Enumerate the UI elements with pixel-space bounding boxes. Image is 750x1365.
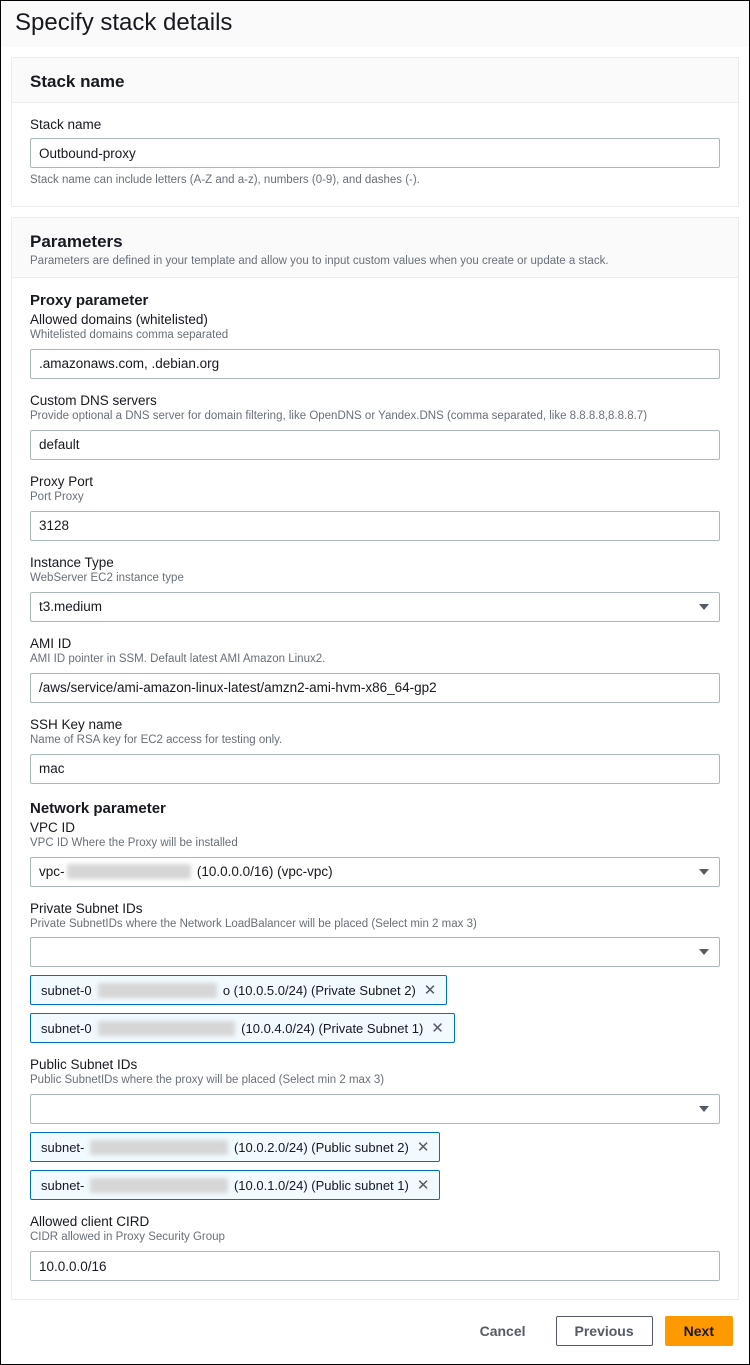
allowed-cidr-field: Allowed client CIRD CIDR allowed in Prox…	[30, 1214, 720, 1281]
parameters-header: Parameters Parameters are defined in you…	[12, 218, 738, 278]
allowed-domains-help: Whitelisted domains comma separated	[30, 328, 720, 343]
page-container: Specify stack details Stack name Stack n…	[0, 0, 750, 1365]
next-button[interactable]: Next	[665, 1316, 733, 1346]
ssh-key-help: Name of RSA key for EC2 access for testi…	[30, 733, 720, 748]
wizard-footer: Cancel Previous Next	[1, 1300, 749, 1364]
private-subnets-label: Private Subnet IDs	[30, 901, 720, 916]
proxy-port-label: Proxy Port	[30, 474, 720, 489]
close-icon[interactable]: ✕	[415, 1138, 432, 1156]
stack-name-field: Stack name Stack name can include letter…	[30, 117, 720, 188]
public-subnets-chips: subnet-XXXXXXXXXXXXXXX (10.0.2.0/24) (Pu…	[30, 1132, 720, 1200]
proxy-section-title: Proxy parameter	[30, 292, 720, 309]
allowed-cidr-input[interactable]	[30, 1251, 720, 1281]
vpc-id-label: VPC ID	[30, 820, 720, 835]
vpc-id-help: VPC ID Where the Proxy will be installed	[30, 836, 720, 851]
stack-name-heading: Stack name	[30, 72, 720, 92]
network-section-title: Network parameter	[30, 800, 720, 817]
custom-dns-input[interactable]	[30, 430, 720, 460]
chevron-down-icon	[699, 869, 709, 875]
ssh-key-input[interactable]	[30, 754, 720, 784]
public-subnet-chip: subnet-XXXXXXXXXXXXXXX (10.0.2.0/24) (Pu…	[30, 1132, 440, 1162]
previous-button[interactable]: Previous	[556, 1316, 653, 1346]
allowed-domains-input[interactable]	[30, 349, 720, 379]
stack-name-input[interactable]	[30, 138, 720, 168]
custom-dns-help: Provide optional a DNS server for domain…	[30, 409, 720, 424]
ssh-key-label: SSH Key name	[30, 717, 720, 732]
cancel-button[interactable]: Cancel	[462, 1317, 544, 1345]
public-subnets-label: Public Subnet IDs	[30, 1057, 720, 1072]
allowed-domains-label: Allowed domains (whitelisted)	[30, 312, 720, 327]
proxy-port-help: Port Proxy	[30, 490, 720, 505]
stack-name-header: Stack name	[12, 58, 738, 103]
parameters-desc: Parameters are defined in your template …	[30, 255, 720, 267]
chevron-down-icon	[699, 604, 709, 610]
parameters-panel: Parameters Parameters are defined in you…	[11, 217, 739, 1300]
public-subnets-select[interactable]	[30, 1094, 720, 1124]
public-subnet-chip: subnet-XXXXXXXXXXXXXXX (10.0.1.0/24) (Pu…	[30, 1170, 440, 1200]
vpc-id-value: vpc-eXXXXXXXXXXXXX (10.0.0.0/16) (vpc-vp…	[39, 864, 333, 879]
private-subnets-help: Private SubnetIDs where the Network Load…	[30, 917, 720, 932]
public-subnets-help: Public SubnetIDs where the proxy will be…	[30, 1073, 720, 1088]
instance-type-field: Instance Type WebServer EC2 instance typ…	[30, 555, 720, 622]
stack-name-body: Stack name Stack name can include letter…	[12, 103, 738, 206]
vpc-id-select[interactable]: vpc-eXXXXXXXXXXXXX (10.0.0.0/16) (vpc-vp…	[30, 857, 720, 887]
custom-dns-field: Custom DNS servers Provide optional a DN…	[30, 393, 720, 460]
instance-type-value: t3.medium	[39, 599, 102, 614]
proxy-port-input[interactable]	[30, 511, 720, 541]
parameters-heading: Parameters	[30, 232, 720, 252]
allowed-cidr-help: CIDR allowed in Proxy Security Group	[30, 1230, 720, 1245]
custom-dns-label: Custom DNS servers	[30, 393, 720, 408]
stack-name-label: Stack name	[30, 117, 720, 132]
ami-id-label: AMI ID	[30, 636, 720, 651]
vpc-id-field: VPC ID VPC ID Where the Proxy will be in…	[30, 820, 720, 887]
stack-name-panel: Stack name Stack name Stack name can inc…	[11, 57, 739, 207]
close-icon[interactable]: ✕	[422, 981, 439, 999]
private-subnet-chip: subnet-0XXXXXXXXXXXXXo (10.0.5.0/24) (Pr…	[30, 975, 447, 1005]
ami-id-field: AMI ID AMI ID pointer in SSM. Default la…	[30, 636, 720, 703]
private-subnets-select[interactable]	[30, 937, 720, 967]
stack-name-help: Stack name can include letters (A-Z and …	[30, 173, 720, 188]
ssh-key-field: SSH Key name Name of RSA key for EC2 acc…	[30, 717, 720, 784]
private-subnets-chips: subnet-0XXXXXXXXXXXXXo (10.0.5.0/24) (Pr…	[30, 975, 720, 1043]
instance-type-select[interactable]: t3.medium	[30, 592, 720, 622]
chevron-down-icon	[699, 1106, 709, 1112]
ami-id-input[interactable]	[30, 673, 720, 703]
public-subnets-field: Public Subnet IDs Public SubnetIDs where…	[30, 1057, 720, 1200]
private-subnets-field: Private Subnet IDs Private SubnetIDs whe…	[30, 901, 720, 1044]
allowed-cidr-label: Allowed client CIRD	[30, 1214, 720, 1229]
chevron-down-icon	[699, 949, 709, 955]
ami-id-help: AMI ID pointer in SSM. Default latest AM…	[30, 652, 720, 667]
instance-type-label: Instance Type	[30, 555, 720, 570]
close-icon[interactable]: ✕	[429, 1019, 446, 1037]
page-title: Specify stack details	[1, 1, 749, 47]
parameters-body: Proxy parameter Allowed domains (whiteli…	[12, 278, 738, 1299]
close-icon[interactable]: ✕	[415, 1176, 432, 1194]
proxy-port-field: Proxy Port Port Proxy	[30, 474, 720, 541]
private-subnet-chip: subnet-0XXXXXXXXXXXXXXX (10.0.4.0/24) (P…	[30, 1013, 455, 1043]
instance-type-help: WebServer EC2 instance type	[30, 571, 720, 586]
allowed-domains-field: Allowed domains (whitelisted) Whiteliste…	[30, 312, 720, 379]
